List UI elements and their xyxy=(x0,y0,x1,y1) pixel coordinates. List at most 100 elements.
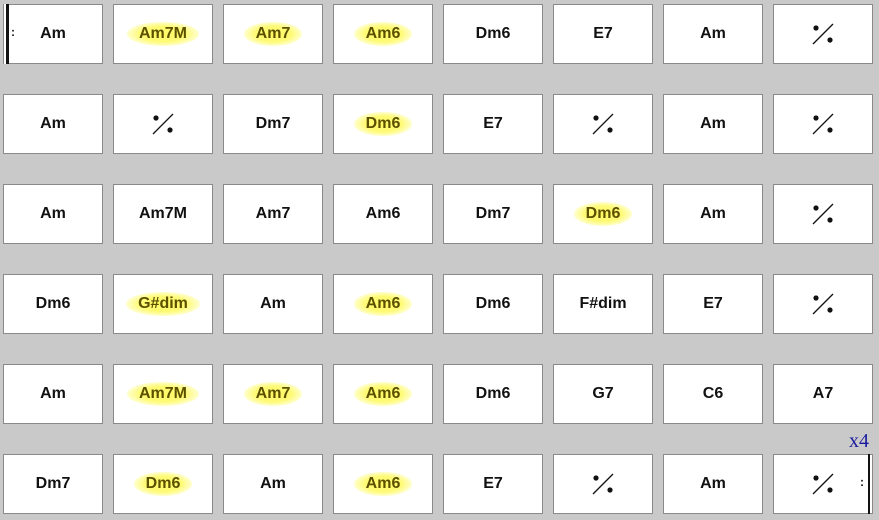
chord-label: Am xyxy=(40,25,66,42)
chord-label: Am xyxy=(700,205,726,222)
measure-cell[interactable]: Am7 xyxy=(223,4,323,64)
measure-cell[interactable]: Am6 xyxy=(333,454,433,514)
measure-cell[interactable] xyxy=(773,4,873,64)
measure-cell[interactable]: Dm6 xyxy=(443,274,543,334)
repeat-end-dots: : xyxy=(860,475,864,489)
chord-label: Am7 xyxy=(243,22,303,46)
chord-label: Dm6 xyxy=(133,472,193,496)
chord-label: Dm7 xyxy=(35,475,71,492)
chord-label: Am xyxy=(700,475,726,492)
chord-label: Am7 xyxy=(243,382,303,406)
chord-label: Dm7 xyxy=(255,115,291,132)
chord-label: Am xyxy=(40,205,66,222)
measure-cell[interactable]: Am xyxy=(3,364,103,424)
chord-label: Am7 xyxy=(255,205,291,222)
chord-grid: Am: Am7M Am7 Am6 Dm6 E7 Am Am Dm7 Dm6 E7 Am Am Am7M Am… xyxy=(0,0,879,520)
measure-cell[interactable]: Dm6 xyxy=(333,94,433,154)
chord-label: Dm6 xyxy=(353,112,413,136)
chord-label: Dm6 xyxy=(475,295,511,312)
measure-cell[interactable]: Dm7 xyxy=(3,454,103,514)
measure-repeat-icon xyxy=(812,473,834,495)
measure-cell[interactable]: E7 xyxy=(443,94,543,154)
measure-cell[interactable]: Am xyxy=(3,184,103,244)
measure-cell[interactable]: Am6 xyxy=(333,274,433,334)
measure-cell[interactable] xyxy=(773,94,873,154)
measure-repeat-icon xyxy=(812,203,834,225)
chord-label: Am xyxy=(40,385,66,402)
measure-repeat-icon xyxy=(812,23,834,45)
chord-label: Am7M xyxy=(138,205,187,222)
measure-cell[interactable]: Am xyxy=(663,454,763,514)
chord-label: E7 xyxy=(483,115,503,132)
measure-cell[interactable]: Am xyxy=(3,94,103,154)
chord-label: E7 xyxy=(483,475,503,492)
measure-cell[interactable] xyxy=(553,94,653,154)
chord-label: Dm6 xyxy=(573,202,633,226)
repeat-count-label: x4 xyxy=(849,430,869,452)
chord-label: Am xyxy=(700,25,726,42)
measure-cell[interactable]: Dm7 xyxy=(443,184,543,244)
measure-cell[interactable]: Am xyxy=(223,274,323,334)
measure-cell[interactable]: Am7M xyxy=(113,184,213,244)
chord-label: Am xyxy=(260,295,286,312)
measure-cell[interactable]: Am7 xyxy=(223,364,323,424)
chord-label: Dm6 xyxy=(475,385,511,402)
measure-cell[interactable]: Am xyxy=(663,94,763,154)
repeat-start-dots: : xyxy=(11,25,15,39)
measure-repeat-icon xyxy=(592,473,614,495)
measure-cell[interactable]: Am xyxy=(663,184,763,244)
measure-cell[interactable]: F#dim xyxy=(553,274,653,334)
measure-cell[interactable]: A7 xyxy=(773,364,873,424)
measure-cell[interactable]: Am6 xyxy=(333,4,433,64)
measure-cell[interactable]: E7 xyxy=(663,274,763,334)
measure-cell[interactable]: Am6 xyxy=(333,184,433,244)
measure-cell[interactable]: Dm6 xyxy=(3,274,103,334)
chord-label: Am6 xyxy=(353,472,413,496)
measure-cell[interactable]: E7 xyxy=(553,4,653,64)
chord-label: Am6 xyxy=(353,382,413,406)
chord-label: E7 xyxy=(593,25,613,42)
measure-cell[interactable]: Dm6 xyxy=(113,454,213,514)
measure-cell[interactable] xyxy=(113,94,213,154)
chord-label: Am6 xyxy=(353,292,413,316)
measure-cell[interactable]: G#dim xyxy=(113,274,213,334)
measure-cell[interactable]: G7 xyxy=(553,364,653,424)
chord-label: Am7M xyxy=(126,382,199,406)
chord-label: Am xyxy=(260,475,286,492)
measure-cell[interactable]: Am: xyxy=(3,4,103,64)
chord-label: Dm6 xyxy=(35,295,71,312)
measure-cell[interactable]: C6 xyxy=(663,364,763,424)
chord-label: C6 xyxy=(702,385,724,402)
measure-cell[interactable]: Am7 xyxy=(223,184,323,244)
measure-cell[interactable]: E7 xyxy=(443,454,543,514)
measure-repeat-icon xyxy=(592,113,614,135)
measure-cell[interactable]: Dm6 xyxy=(443,364,543,424)
measure-cell[interactable]: Am7M xyxy=(113,364,213,424)
chord-label: E7 xyxy=(703,295,723,312)
measure-repeat-icon xyxy=(152,113,174,135)
chord-label: Am6 xyxy=(365,205,401,222)
chord-label: Am xyxy=(700,115,726,132)
measure-cell[interactable] xyxy=(773,184,873,244)
chord-label: A7 xyxy=(812,385,834,402)
measure-repeat-icon xyxy=(812,113,834,135)
measure-cell[interactable]: Am6 xyxy=(333,364,433,424)
chord-label: Dm7 xyxy=(475,205,511,222)
chord-label: G7 xyxy=(592,385,614,402)
chord-label: Am7M xyxy=(126,22,199,46)
measure-cell[interactable]: Dm6 xyxy=(443,4,543,64)
measure-repeat-icon xyxy=(812,293,834,315)
measure-cell[interactable]: Dm6 xyxy=(553,184,653,244)
measure-cell[interactable]: : xyxy=(773,454,873,514)
measure-cell[interactable] xyxy=(773,274,873,334)
chord-label: F#dim xyxy=(579,295,627,312)
measure-cell[interactable]: Dm7 xyxy=(223,94,323,154)
chord-label: Dm6 xyxy=(475,25,511,42)
measure-cell[interactable] xyxy=(553,454,653,514)
chord-label: Am xyxy=(40,115,66,132)
measure-cell[interactable]: Am7M xyxy=(113,4,213,64)
chord-label: Am6 xyxy=(353,22,413,46)
chord-label: G#dim xyxy=(126,292,200,316)
measure-cell[interactable]: Am xyxy=(663,4,763,64)
measure-cell[interactable]: Am xyxy=(223,454,323,514)
